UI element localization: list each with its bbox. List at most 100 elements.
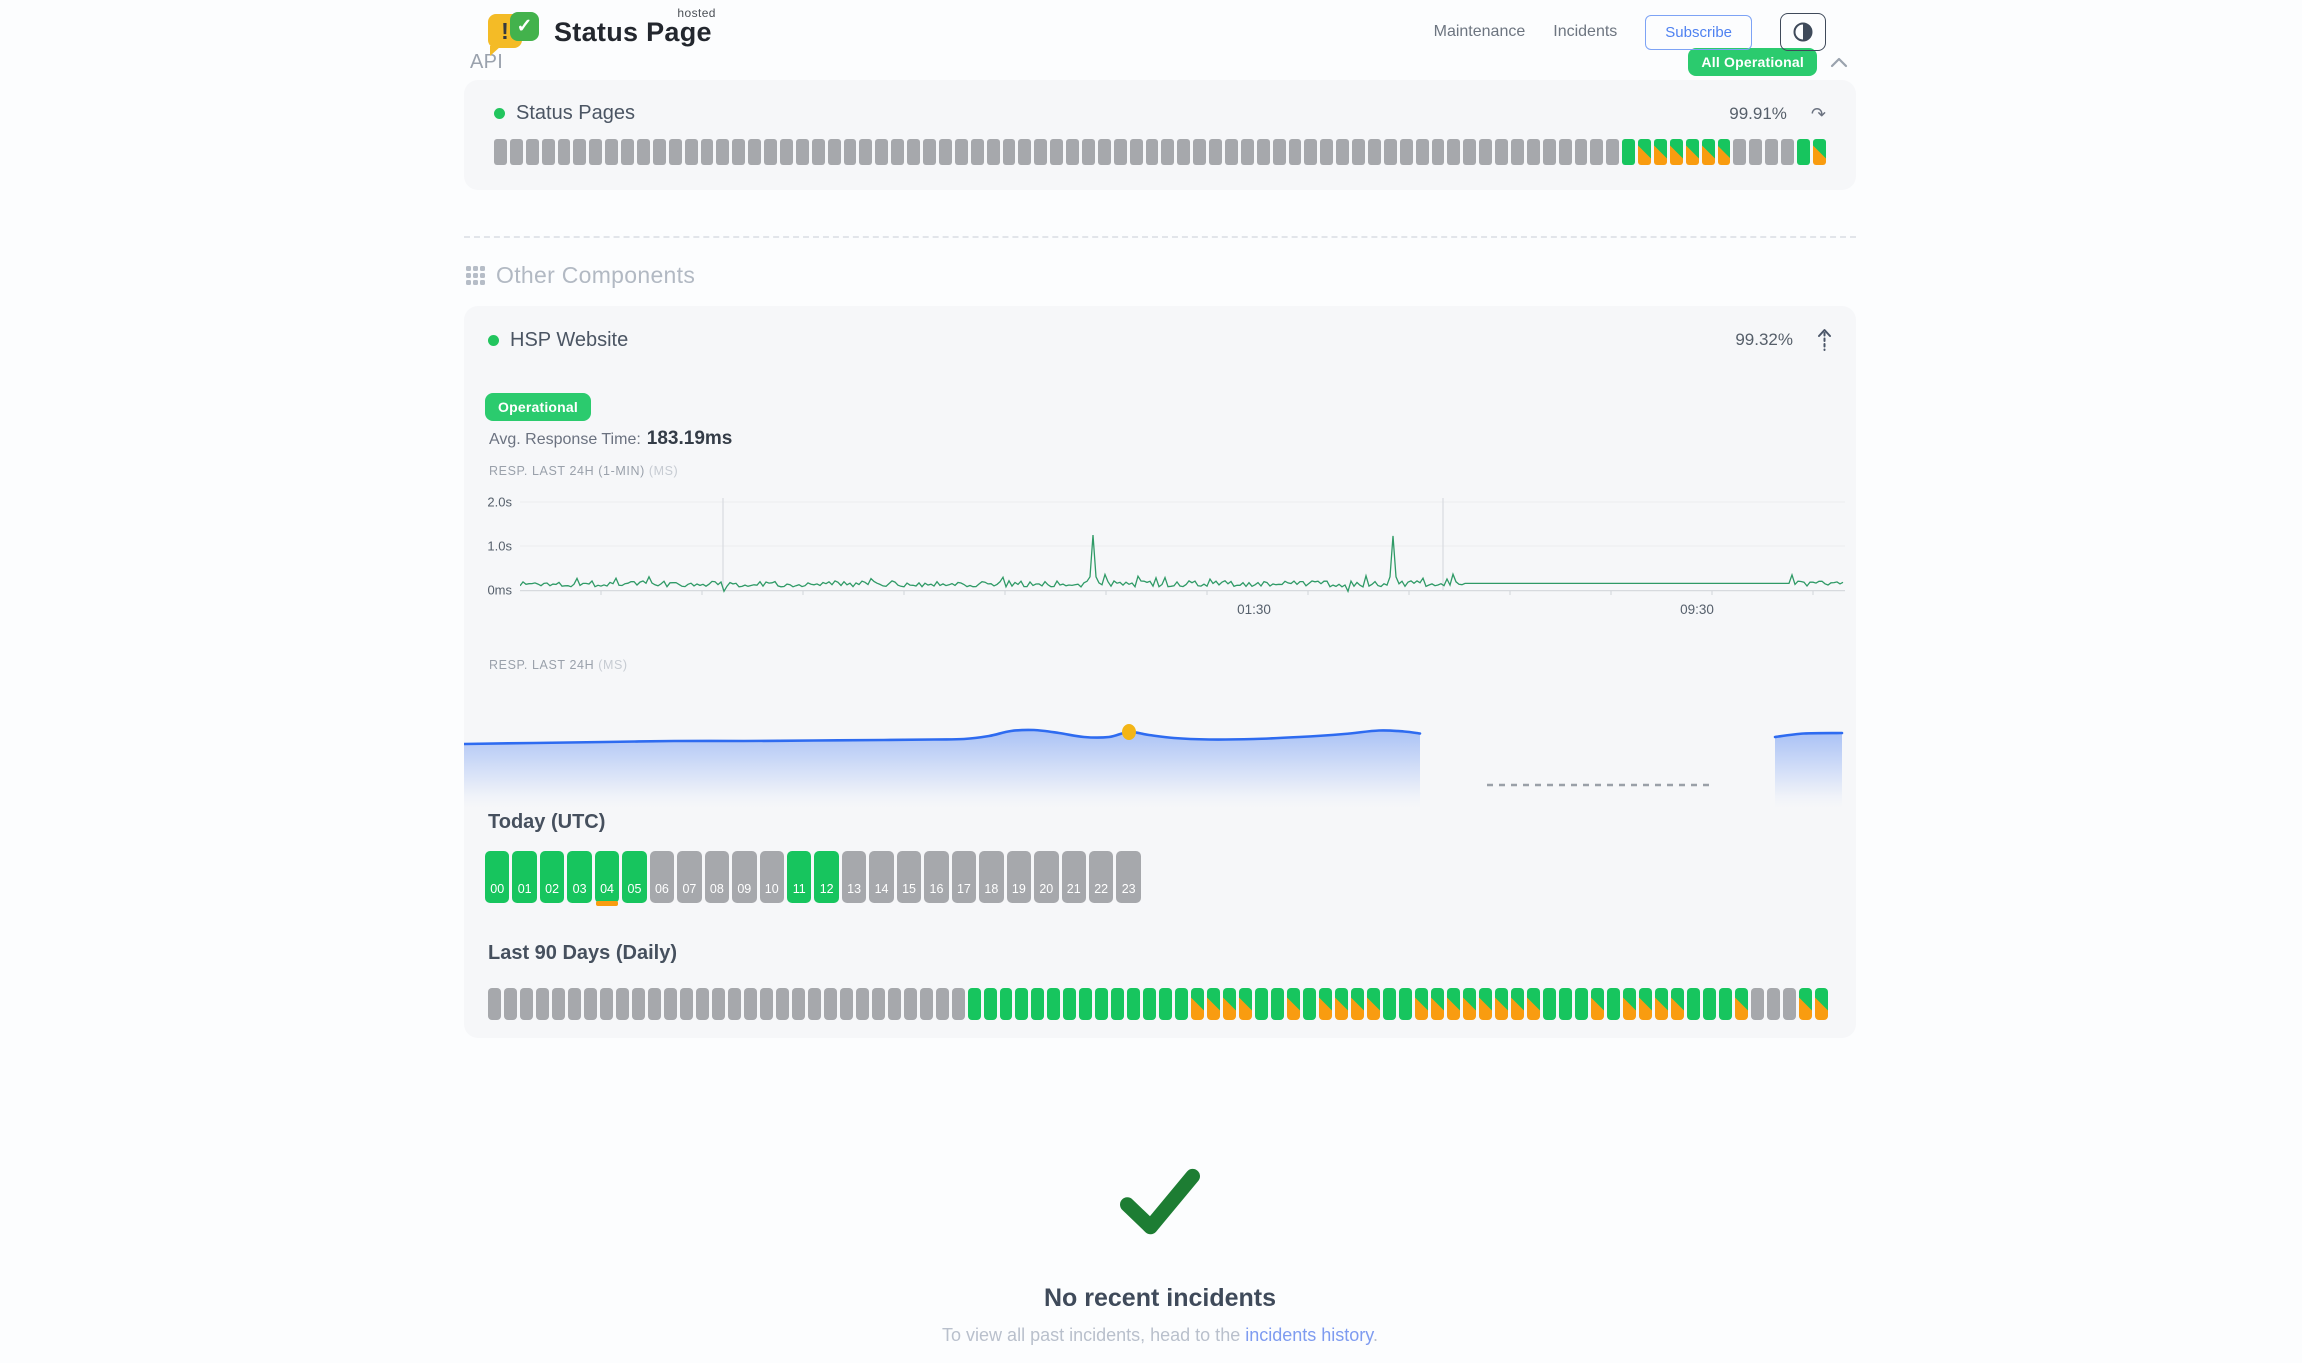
uptime-bar-up[interactable] (1000, 988, 1013, 1020)
uptime-bar-nodata[interactable] (1511, 139, 1524, 165)
uptime-bar-nodata[interactable] (1400, 139, 1413, 165)
uptime-bar-nodata[interactable] (1146, 139, 1159, 165)
uptime-bar-nodata[interactable] (605, 139, 618, 165)
hour-block-19[interactable]: 19 (1007, 851, 1031, 903)
uptime-bar-nodata[interactable] (1050, 139, 1063, 165)
uptime-bar-up[interactable] (1687, 988, 1700, 1020)
uptime-bar-nodata[interactable] (600, 988, 613, 1020)
uptime-bar-nodata[interactable] (987, 139, 1000, 165)
uptime-bar-nodata[interactable] (510, 139, 523, 165)
uptime-bar-nodata[interactable] (1479, 139, 1492, 165)
brand[interactable]: ! ✓ Status Pagehosted (488, 12, 712, 52)
uptime-bar-up[interactable] (1031, 988, 1044, 1020)
uptime-bar-up[interactable] (1607, 988, 1620, 1020)
uptime-bar-nodata[interactable] (1018, 139, 1031, 165)
refresh-icon[interactable]: ↷ (1811, 105, 1826, 123)
uptime-bar-degraded[interactable] (1495, 988, 1508, 1020)
uptime-bar-nodata[interactable] (1575, 139, 1588, 165)
uptime-bar-nodata[interactable] (907, 139, 920, 165)
uptime-bar-degraded[interactable] (1239, 988, 1252, 1020)
uptime-bar-up[interactable] (1797, 139, 1810, 165)
uptime-bar-degraded[interactable] (1813, 139, 1826, 165)
hour-block-18[interactable]: 18 (979, 851, 1003, 903)
nav-maintenance[interactable]: Maintenance (1434, 23, 1526, 41)
uptime-bar-nodata[interactable] (504, 988, 517, 1020)
uptime-bar-nodata[interactable] (616, 988, 629, 1020)
uptime-bar-nodata[interactable] (1559, 139, 1572, 165)
uptime-bar-up[interactable] (984, 988, 997, 1020)
uptime-bar-up[interactable] (1079, 988, 1092, 1020)
uptime-bar-nodata[interactable] (716, 139, 729, 165)
uptime-bar-degraded[interactable] (1655, 988, 1668, 1020)
uptime-bar-nodata[interactable] (1209, 139, 1222, 165)
uptime-bar-nodata[interactable] (584, 988, 597, 1020)
uptime-bar-up[interactable] (1543, 988, 1556, 1020)
uptime-bar-degraded[interactable] (1335, 988, 1348, 1020)
uptime-bar-nodata[interactable] (552, 988, 565, 1020)
uptime-bar-nodata[interactable] (1241, 139, 1254, 165)
uptime-bar-degraded[interactable] (1670, 139, 1683, 165)
uptime-bar-degraded[interactable] (1686, 139, 1699, 165)
uptime-bar-degraded[interactable] (1319, 988, 1332, 1020)
uptime-bar-nodata[interactable] (1034, 139, 1047, 165)
uptime-bar-degraded[interactable] (1447, 988, 1460, 1020)
uptime-bar-nodata[interactable] (844, 139, 857, 165)
theme-toggle-button[interactable] (1780, 13, 1826, 51)
uptime-bar-nodata[interactable] (812, 139, 825, 165)
hour-block-10[interactable]: 10 (760, 851, 784, 903)
uptime-bar-degraded[interactable] (1639, 988, 1652, 1020)
hour-block-01[interactable]: 01 (512, 851, 536, 903)
uptime-bar-nodata[interactable] (872, 988, 885, 1020)
uptime-bar-nodata[interactable] (1082, 139, 1095, 165)
hour-block-13[interactable]: 13 (842, 851, 866, 903)
uptime-bar-nodata[interactable] (558, 139, 571, 165)
hour-block-22[interactable]: 22 (1089, 851, 1113, 903)
collapse-arrow-icon[interactable] (1817, 328, 1832, 352)
uptime-bar-degraded[interactable] (1654, 139, 1667, 165)
uptime-bar-nodata[interactable] (1432, 139, 1445, 165)
uptime-bar-up[interactable] (1399, 988, 1412, 1020)
uptime-bar-up[interactable] (1111, 988, 1124, 1020)
uptime-bar-nodata[interactable] (520, 988, 533, 1020)
uptime-bar-nodata[interactable] (542, 139, 555, 165)
nav-incidents[interactable]: Incidents (1553, 23, 1617, 41)
uptime-bar-nodata[interactable] (648, 988, 661, 1020)
uptime-bar-degraded[interactable] (1287, 988, 1300, 1020)
uptime-bar-nodata[interactable] (936, 988, 949, 1020)
hour-block-16[interactable]: 16 (924, 851, 948, 903)
uptime-bar-nodata[interactable] (1257, 139, 1270, 165)
uptime-bar-nodata[interactable] (748, 139, 761, 165)
uptime-bar-nodata[interactable] (1749, 139, 1762, 165)
uptime-bar-nodata[interactable] (904, 988, 917, 1020)
uptime-bar-nodata[interactable] (494, 139, 507, 165)
uptime-bar-nodata[interactable] (1098, 139, 1111, 165)
uptime-bar-degraded[interactable] (1207, 988, 1220, 1020)
uptime-bar-degraded[interactable] (1527, 988, 1540, 1020)
hour-block-03[interactable]: 03 (567, 851, 591, 903)
uptime-bar-nodata[interactable] (792, 988, 805, 1020)
uptime-bar-nodata[interactable] (1368, 139, 1381, 165)
uptime-bar-nodata[interactable] (1733, 139, 1746, 165)
hour-block-07[interactable]: 07 (677, 851, 701, 903)
uptime-bar-nodata[interactable] (653, 139, 666, 165)
uptime-bar-degraded[interactable] (1702, 139, 1715, 165)
uptime-bar-nodata[interactable] (824, 988, 837, 1020)
uptime-bar-up[interactable] (1383, 988, 1396, 1020)
uptime-bar-nodata[interactable] (728, 988, 741, 1020)
uptime-bar-nodata[interactable] (1751, 988, 1764, 1020)
uptime-bar-nodata[interactable] (744, 988, 757, 1020)
uptime-bar-nodata[interactable] (1543, 139, 1556, 165)
uptime-bar-nodata[interactable] (776, 988, 789, 1020)
uptime-bar-nodata[interactable] (1130, 139, 1143, 165)
uptime-bar-degraded[interactable] (1415, 988, 1428, 1020)
uptime-bar-nodata[interactable] (536, 988, 549, 1020)
uptime-bar-nodata[interactable] (1384, 139, 1397, 165)
uptime-bar-nodata[interactable] (1447, 139, 1460, 165)
hour-block-06[interactable]: 06 (650, 851, 674, 903)
hour-block-00[interactable]: 00 (485, 851, 509, 903)
uptime-bar-nodata[interactable] (1781, 139, 1794, 165)
uptime-bar-nodata[interactable] (780, 139, 793, 165)
uptime-bar-degraded[interactable] (1671, 988, 1684, 1020)
hour-block-09[interactable]: 09 (732, 851, 756, 903)
uptime-bar-nodata[interactable] (1273, 139, 1286, 165)
